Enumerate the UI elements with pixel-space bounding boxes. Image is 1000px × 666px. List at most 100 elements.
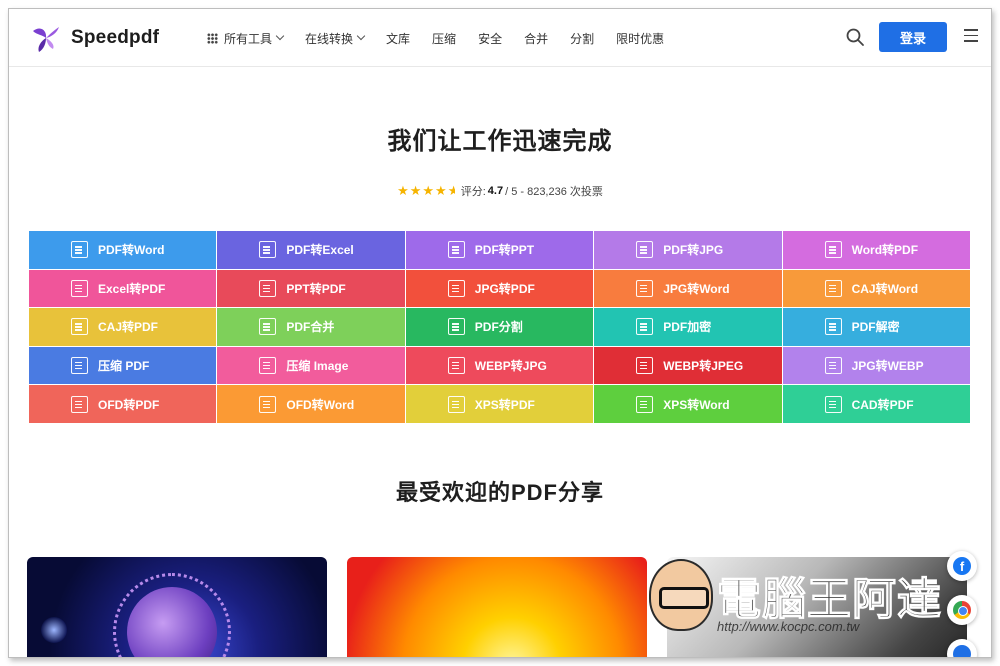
tool-label: JPG转WEBP [851, 359, 924, 374]
file-convert-icon [824, 318, 842, 336]
file-convert-icon [447, 318, 465, 336]
more-share-button[interactable] [947, 639, 977, 657]
file-convert-icon [447, 395, 465, 413]
butterfly-logo-icon [33, 27, 59, 52]
nav-label: 压缩 [432, 31, 457, 46]
file-convert-icon [259, 318, 277, 336]
rating-prefix: 评分: [460, 186, 486, 198]
nav-compress[interactable]: 压缩 [432, 30, 456, 47]
nav-all-tools[interactable]: 所有工具 [207, 30, 285, 47]
chrome-icon [953, 601, 971, 619]
tool-tile[interactable]: 压缩 PDF [29, 346, 217, 385]
tool-label: JPG转PDF [474, 281, 535, 296]
file-convert-icon [636, 395, 654, 413]
tool-label: CAJ转PDF [98, 320, 159, 335]
watermark-url: http://www.kocpc.com.tw [717, 619, 860, 634]
tool-tile[interactable]: CAJ转Word [782, 269, 970, 308]
popular-section-title: 最受欢迎的PDF分享 [395, 480, 604, 505]
file-convert-icon [71, 395, 88, 413]
tool-tile[interactable]: PDF分割 [405, 308, 594, 346]
tool-tile[interactable]: PDF加密 [594, 308, 782, 346]
file-convert-icon [824, 279, 842, 297]
file-convert-icon [259, 241, 277, 259]
file-convert-icon [636, 357, 654, 375]
browser-frame: Speedpdf 所有工具 在线转换 文库 压缩 安全 合并 分割 限时优惠 登… [8, 8, 992, 658]
tool-tile[interactable]: CAD转PDF [782, 385, 970, 423]
nav-split[interactable]: 分割 [570, 30, 594, 47]
tool-tile[interactable]: XPS转Word [594, 385, 782, 423]
tool-label: Excel转PDF [98, 281, 166, 296]
tool-tile[interactable]: WEBP转JPEG [594, 346, 782, 385]
tool-tile[interactable]: PDF解密 [782, 308, 970, 346]
file-convert-icon [824, 395, 842, 413]
tool-tile[interactable]: JPG转Word [594, 269, 782, 308]
logo[interactable]: Speedpdf [29, 21, 159, 55]
tool-tile[interactable]: Excel转PDF [29, 269, 217, 308]
tool-label: OFD转PDF [98, 397, 160, 412]
tool-label: PDF转PPT [474, 243, 535, 258]
tool-tile[interactable]: OFD转Word [217, 385, 405, 423]
chevron-down-icon [275, 31, 285, 41]
light-orb [41, 617, 67, 643]
nav-library[interactable]: 文库 [386, 30, 410, 47]
file-convert-icon [71, 357, 88, 375]
tools-grid: PDF转Word PDF转Excel PDF转PPT PDF转JPG Word转PDF E… [29, 231, 970, 423]
hamburger-menu-icon[interactable] [964, 29, 978, 43]
facebook-share-button[interactable]: f [947, 551, 977, 581]
nav-label: 安全 [478, 31, 503, 46]
nav-security[interactable]: 安全 [478, 30, 502, 47]
rating-suffix: / 5 - 823,236 次投票 [505, 186, 603, 198]
file-convert-icon [636, 241, 654, 259]
nav-label: 限时优惠 [616, 31, 665, 46]
more-icon [953, 645, 971, 657]
facebook-icon: f [953, 557, 971, 575]
rating-row: ★★★★★ 评分: 4.7 / 5 - 823,236 次投票 [9, 183, 991, 199]
tool-tile[interactable]: PDF合并 [217, 308, 405, 346]
file-convert-icon [259, 395, 277, 413]
tool-label: OFD转Word [286, 397, 355, 412]
tool-tile[interactable]: PPT转PDF [217, 269, 405, 308]
watermark: 電腦王阿達 http://www.kocpc.com.tw [649, 549, 949, 657]
nav-label: 分割 [570, 31, 595, 46]
file-convert-icon [259, 357, 277, 375]
watermark-text: 電腦王阿達 [717, 575, 942, 625]
chevron-down-icon [356, 31, 366, 41]
article-card[interactable] [27, 557, 327, 657]
tool-tile[interactable]: PDF转Word [29, 231, 217, 269]
tool-tile[interactable]: CAJ转PDF [29, 308, 217, 346]
tool-label: PDF解密 [851, 320, 900, 335]
nav-merge[interactable]: 合并 [524, 30, 548, 47]
login-button[interactable]: 登录 [879, 22, 947, 52]
file-convert-icon [636, 279, 654, 297]
article-card[interactable] [347, 557, 647, 657]
tool-tile[interactable]: PDF转JPG [594, 231, 782, 269]
file-convert-icon [447, 241, 465, 259]
tool-tile[interactable]: WEBP转JPG [405, 346, 594, 385]
rating-value: 4.7 [487, 185, 504, 197]
tool-label: PPT转PDF [286, 281, 346, 296]
tool-label: PDF加密 [663, 320, 712, 335]
tool-tile[interactable]: PDF转PPT [405, 231, 594, 269]
tool-label: PDF转JPG [663, 243, 724, 258]
tool-tile[interactable]: JPG转WEBP [782, 346, 970, 385]
tool-label: WEBP转JPEG [663, 359, 744, 374]
tool-tile[interactable]: 压缩 Image [217, 346, 405, 385]
tool-tile[interactable]: OFD转PDF [29, 385, 217, 423]
chrome-extension-button[interactable] [947, 595, 977, 625]
tool-tile[interactable]: PDF转Excel [217, 231, 405, 269]
nav-online-convert[interactable]: 在线转换 [305, 30, 366, 47]
nav-label: 所有工具 [224, 31, 273, 46]
tool-tile[interactable]: JPG转PDF [405, 269, 594, 308]
main-nav: 所有工具 在线转换 文库 压缩 安全 合并 分割 限时优惠 [207, 9, 686, 67]
file-convert-icon [447, 279, 465, 297]
rating-stars-icon: ★★★★★ [397, 183, 455, 198]
tool-tile[interactable]: XPS转PDF [405, 385, 594, 423]
nav-limited-offer[interactable]: 限时优惠 [616, 30, 664, 47]
nav-label: 在线转换 [305, 31, 354, 46]
tool-tile[interactable]: Word转PDF [782, 231, 970, 269]
file-convert-icon [71, 318, 88, 336]
brand-name: Speedpdf [71, 27, 160, 48]
search-icon[interactable] [845, 27, 865, 47]
tool-label: CAD转PDF [851, 397, 914, 412]
tool-label: JPG转Word [663, 281, 730, 296]
